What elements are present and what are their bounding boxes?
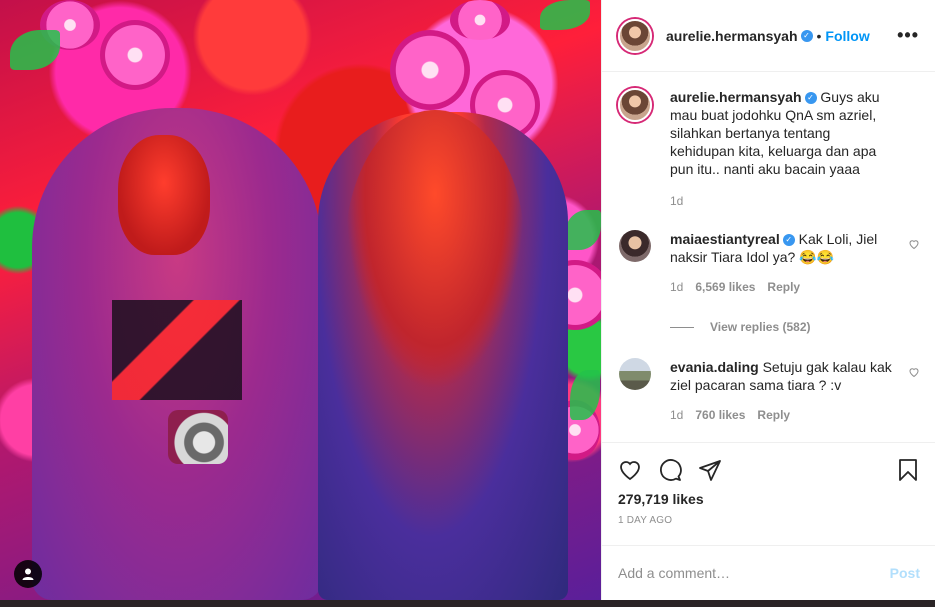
comments-section: aurelie.hermansyah ✓ Guys aku mau buat jo… bbox=[602, 72, 935, 442]
view-replies-button[interactable]: View replies (582) bbox=[670, 320, 920, 334]
leaf-decoration bbox=[565, 210, 601, 250]
comment-username[interactable]: maiaestiantyreal bbox=[670, 231, 780, 247]
camera bbox=[168, 410, 228, 464]
caption-username[interactable]: aurelie.hermansyah bbox=[670, 89, 802, 105]
comment-text-block: evania.daling Setuju gak kalau kak ziel … bbox=[670, 358, 892, 394]
post-photo[interactable] bbox=[0, 0, 601, 600]
author-username[interactable]: aurelie.hermansyah bbox=[666, 28, 798, 44]
likes-count[interactable]: 279,719 likes bbox=[618, 491, 920, 507]
post-header: aurelie.hermansyah ✓ • Follow ••• bbox=[602, 0, 935, 72]
post-actions: 279,719 likes 1 DAY AGO bbox=[602, 442, 935, 526]
leaf-decoration bbox=[10, 30, 60, 70]
post-comment-button[interactable]: Post bbox=[890, 565, 920, 581]
person-left-face bbox=[118, 135, 210, 255]
view-replies-line bbox=[670, 326, 694, 328]
caption-avatar[interactable] bbox=[618, 88, 652, 122]
leaf-decoration bbox=[540, 0, 590, 30]
reply-button[interactable]: Reply bbox=[757, 408, 790, 422]
comment-like-icon[interactable] bbox=[908, 366, 920, 378]
comment-time[interactable]: 1d bbox=[670, 408, 683, 422]
share-icon[interactable] bbox=[698, 458, 722, 482]
verified-icon: ✓ bbox=[804, 92, 817, 105]
commenter-avatar[interactable] bbox=[619, 358, 651, 390]
action-icons bbox=[618, 457, 920, 483]
comment-like-icon[interactable] bbox=[908, 238, 920, 250]
follow-button[interactable]: Follow bbox=[825, 28, 869, 44]
comment-item: evania.daling Setuju gak kalau kak ziel … bbox=[618, 358, 920, 422]
commenter-avatar[interactable] bbox=[619, 230, 651, 262]
flower-decoration bbox=[390, 30, 470, 110]
comment-item: maiaestiantyreal ✓ Kak Loli, Jiel naksir … bbox=[618, 230, 920, 294]
side-panel: aurelie.hermansyah ✓ • Follow ••• aureli… bbox=[601, 0, 935, 600]
comment-text-block: maiaestiantyreal ✓ Kak Loli, Jiel naksir … bbox=[670, 230, 892, 266]
flower-decoration bbox=[100, 20, 170, 90]
separator-dot: • bbox=[816, 27, 822, 44]
comment-icon[interactable] bbox=[658, 458, 682, 482]
page-bottom-strip bbox=[0, 600, 935, 607]
author-avatar[interactable] bbox=[618, 18, 652, 53]
comment-likes[interactable]: 760 likes bbox=[695, 408, 745, 422]
shirt-print bbox=[112, 300, 242, 400]
caption: aurelie.hermansyah ✓ Guys aku mau buat jo… bbox=[618, 88, 920, 208]
verified-icon: ✓ bbox=[782, 234, 795, 247]
caption-meta: 1d bbox=[670, 194, 892, 208]
person-right-hair bbox=[345, 110, 525, 390]
comment-time[interactable]: 1d bbox=[670, 280, 683, 294]
verified-icon: ✓ bbox=[800, 29, 813, 42]
caption-time[interactable]: 1d bbox=[670, 194, 683, 208]
add-comment-bar: Post bbox=[602, 545, 935, 600]
user-icon bbox=[22, 568, 34, 580]
comment-meta: 1d 760 likes Reply bbox=[670, 408, 892, 422]
user-tag-button[interactable] bbox=[14, 560, 42, 588]
bookmark-icon[interactable] bbox=[896, 458, 920, 482]
post-container: aurelie.hermansyah ✓ • Follow ••• aureli… bbox=[0, 0, 935, 600]
post-date[interactable]: 1 DAY AGO bbox=[618, 515, 920, 526]
view-replies-label: View replies (582) bbox=[710, 320, 811, 334]
comment-likes[interactable]: 6,569 likes bbox=[695, 280, 755, 294]
flower-decoration bbox=[450, 0, 510, 40]
comment-meta: 1d 6,569 likes Reply bbox=[670, 280, 892, 294]
reply-button[interactable]: Reply bbox=[767, 280, 800, 294]
heart-icon[interactable] bbox=[618, 458, 642, 482]
more-options-icon[interactable]: ••• bbox=[897, 25, 919, 46]
comment-input[interactable] bbox=[618, 565, 890, 581]
comment-username[interactable]: evania.daling bbox=[670, 359, 759, 375]
caption-text-block: aurelie.hermansyah ✓ Guys aku mau buat jo… bbox=[670, 88, 892, 178]
